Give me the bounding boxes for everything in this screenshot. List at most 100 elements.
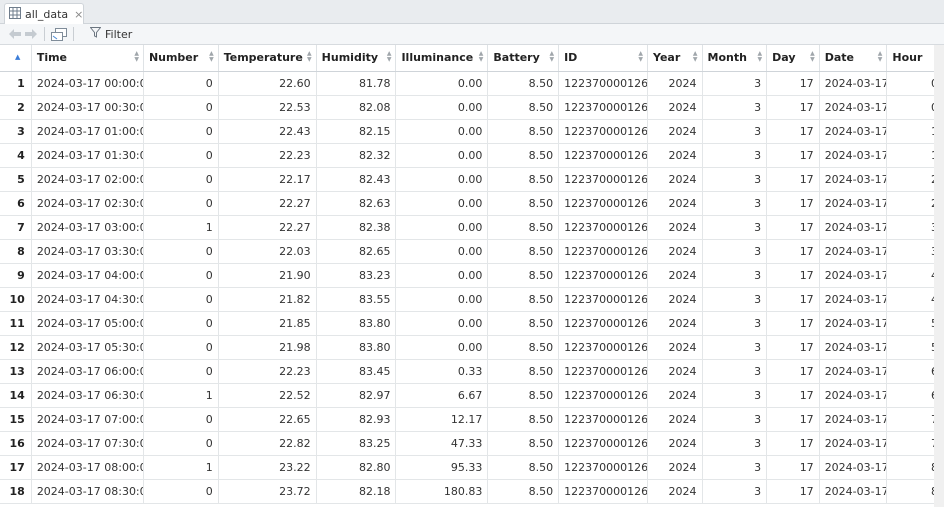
column-header-illuminance[interactable]: Illuminance ▲ ▼ (395, 45, 489, 72)
cell-id: 1223700001264 (558, 455, 648, 480)
cell-year: 2024 (647, 119, 703, 144)
table-row[interactable]: 6 2024-03-17 02:30:00 0 22.27 82.63 0.00 8.50 1… (0, 191, 944, 216)
cell-month: 3 (702, 191, 768, 216)
table-row[interactable]: 4 2024-03-17 01:30:00 0 22.23 82.32 0.00 8.50 1… (0, 143, 944, 168)
cell-temperature: 22.53 (218, 95, 317, 120)
cell-id: 1223700001264 (558, 263, 648, 288)
column-header-year[interactable]: Year ▲ ▼ (647, 45, 703, 72)
column-header-label: Day (772, 51, 796, 65)
table-row[interactable]: 3 2024-03-17 01:00:00 0 22.43 82.15 0.00 8.50 1… (0, 119, 944, 144)
cell-day: 17 (766, 287, 820, 312)
cell-temperature: 22.27 (218, 191, 317, 216)
cell-battery: 8.50 (487, 71, 560, 96)
column-header-id[interactable]: ID ▲ ▼ (558, 45, 648, 72)
cell-month: 3 (702, 95, 768, 120)
column-header-month[interactable]: Month ▲ ▼ (702, 45, 768, 72)
cell-date: 2024-03-17 (819, 431, 888, 456)
cell-temperature: 21.90 (218, 263, 317, 288)
row-index: 17 (0, 455, 32, 480)
table-row[interactable]: 8 2024-03-17 03:30:00 0 22.03 82.65 0.00 8.50 1… (0, 239, 944, 264)
cell-time: 2024-03-17 05:00:00 (31, 311, 144, 336)
cell-humidity: 82.18 (316, 479, 397, 504)
column-header-number[interactable]: Number ▲ ▼ (143, 45, 219, 72)
column-header-day[interactable]: Day ▲ ▼ (766, 45, 820, 72)
cell-illuminance: 0.00 (395, 119, 489, 144)
cell-humidity: 82.15 (316, 119, 397, 144)
sort-arrows-icon: ▲▼ (692, 50, 698, 63)
filter-button[interactable]: Filter (89, 27, 132, 41)
cell-number: 0 (143, 167, 219, 192)
cell-date: 2024-03-17 (819, 359, 888, 384)
cell-humidity: 82.97 (316, 383, 397, 408)
row-index: 5 (0, 167, 32, 192)
cell-day: 17 (766, 95, 820, 120)
table-row[interactable]: 1 2024-03-17 00:00:00 0 22.60 81.78 0.00 8.50 1… (0, 71, 944, 96)
cell-humidity: 83.25 (316, 431, 397, 456)
back-arrow-icon[interactable] (8, 26, 22, 43)
column-header-battery[interactable]: Battery ▲ ▼ (487, 45, 560, 72)
table-icon (9, 6, 21, 22)
column-header-label: Temperature (223, 51, 303, 65)
popout-window-icon[interactable] (51, 26, 67, 43)
table-row[interactable]: 7 2024-03-17 03:00:00 1 22.27 82.38 0.00 8.50 1… (0, 215, 944, 240)
funnel-icon (89, 27, 102, 41)
cell-id: 1223700001264 (558, 287, 648, 312)
cell-year: 2024 (647, 71, 703, 96)
cell-month: 3 (702, 239, 768, 264)
cell-temperature: 22.27 (218, 215, 317, 240)
row-index: 18 (0, 479, 32, 504)
cell-battery: 8.50 (487, 359, 560, 384)
cell-id: 1223700001264 (558, 191, 648, 216)
cell-id: 1223700001264 (558, 143, 648, 168)
table-row[interactable]: 11 2024-03-17 05:00:00 0 21.85 83.80 0.00 8.50… (0, 311, 944, 336)
table-row[interactable]: 13 2024-03-17 06:00:00 0 22.23 83.45 0.33 8.50… (0, 359, 944, 384)
cell-date: 2024-03-17 (819, 215, 888, 240)
column-header-label: Battery (493, 51, 540, 65)
cell-year: 2024 (647, 479, 703, 504)
table-row[interactable]: 14 2024-03-17 06:30:00 1 22.52 82.97 6.67 8.50… (0, 383, 944, 408)
column-header-label: Humidity (321, 51, 379, 65)
table-row[interactable]: 15 2024-03-17 07:00:00 0 22.65 82.93 12.17 8.5… (0, 407, 944, 432)
table-row[interactable]: 12 2024-03-17 05:30:00 0 21.98 83.80 0.00 8.50… (0, 335, 944, 360)
table-row[interactable]: 18 2024-03-17 08:30:00 0 23.72 82.18 180.83 8.… (0, 479, 944, 504)
column-header-index[interactable]: ▲ (0, 45, 32, 72)
forward-arrow-icon[interactable] (24, 26, 38, 43)
column-header-date[interactable]: Date ▲ ▼ (819, 45, 888, 72)
column-header-time[interactable]: Time ▲ ▼ (31, 45, 144, 72)
cell-temperature: 22.65 (218, 407, 317, 432)
cell-illuminance: 0.00 (395, 287, 489, 312)
row-index: 10 (0, 287, 32, 312)
cell-temperature: 22.82 (218, 431, 317, 456)
cell-battery: 8.50 (487, 335, 560, 360)
close-icon[interactable]: × (74, 8, 83, 21)
cell-illuminance: 0.00 (395, 335, 489, 360)
cell-year: 2024 (647, 215, 703, 240)
cell-day: 17 (766, 263, 820, 288)
table-row[interactable]: 17 2024-03-17 08:00:00 1 23.22 82.80 95.33 8.5… (0, 455, 944, 480)
column-header-humidity[interactable]: Humidity ▲ ▼ (316, 45, 397, 72)
table-row[interactable]: 5 2024-03-17 02:00:00 0 22.17 82.43 0.00 8.50 1… (0, 167, 944, 192)
table-row[interactable]: 9 2024-03-17 04:00:00 0 21.90 83.23 0.00 8.50 1… (0, 263, 944, 288)
cell-number: 0 (143, 431, 219, 456)
tab-all-data[interactable]: all_data × (4, 3, 84, 24)
table-row[interactable]: 16 2024-03-17 07:30:00 0 22.82 83.25 47.33 8.5… (0, 431, 944, 456)
sort-arrows-icon: ▲▼ (478, 50, 484, 63)
row-index: 7 (0, 215, 32, 240)
cell-illuminance: 180.83 (395, 479, 489, 504)
vertical-scrollbar[interactable] (934, 45, 944, 507)
column-header-temperature[interactable]: Temperature ▲ ▼ (218, 45, 317, 72)
cell-temperature: 22.23 (218, 143, 317, 168)
table-row[interactable]: 2 2024-03-17 00:30:00 0 22.53 82.08 0.00 8.50 1… (0, 95, 944, 120)
cell-temperature: 22.52 (218, 383, 317, 408)
cell-number: 0 (143, 239, 219, 264)
row-index: 12 (0, 335, 32, 360)
cell-humidity: 82.32 (316, 143, 397, 168)
cell-battery: 8.50 (487, 215, 560, 240)
toolbar-divider (73, 27, 74, 41)
cell-day: 17 (766, 407, 820, 432)
cell-number: 0 (143, 287, 219, 312)
cell-year: 2024 (647, 311, 703, 336)
cell-time: 2024-03-17 07:00:00 (31, 407, 144, 432)
tab-label: all_data (25, 7, 69, 21)
table-row[interactable]: 10 2024-03-17 04:30:00 0 21.82 83.55 0.00 8.50… (0, 287, 944, 312)
